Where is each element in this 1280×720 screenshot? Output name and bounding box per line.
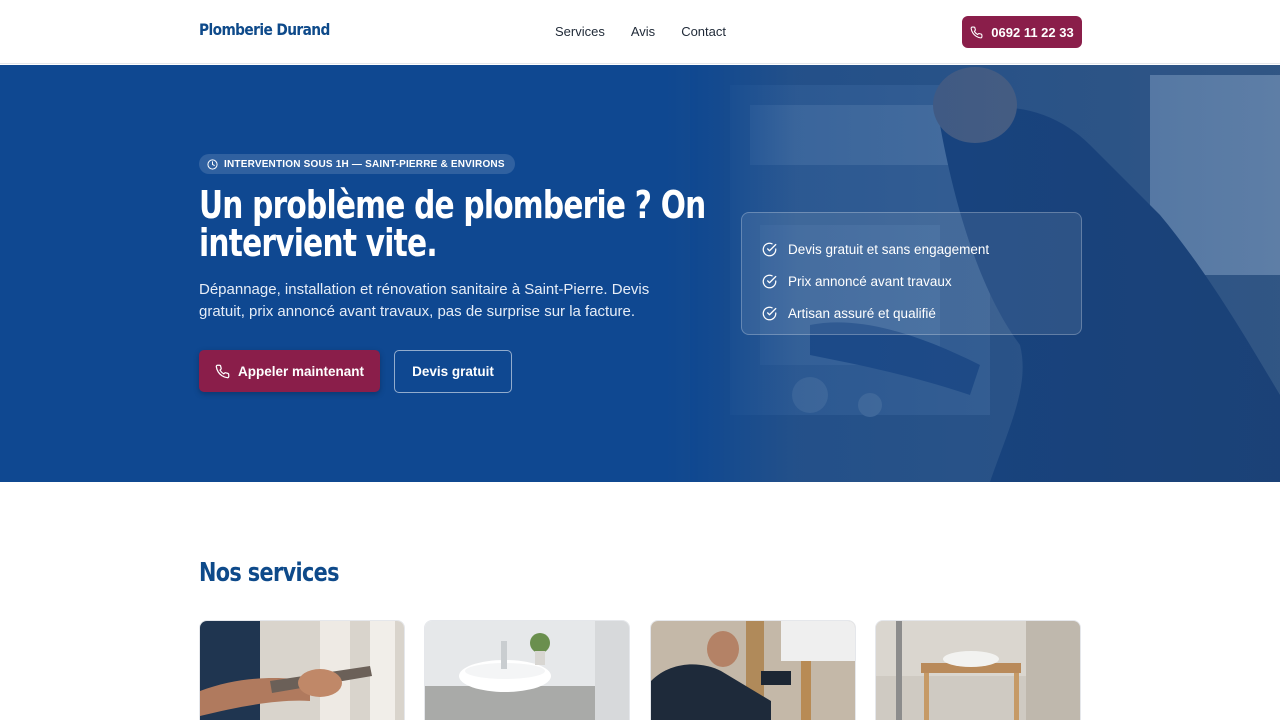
call-now-label: Appeler maintenant: [237, 363, 365, 379]
header-call-button[interactable]: 0692 11 22 33: [962, 16, 1082, 48]
service-card-renovation[interactable]: [875, 620, 1081, 720]
intervention-badge: INTERVENTION SOUS 1H — SAINT-PIERRE & EN…: [199, 154, 515, 174]
free-quote-button[interactable]: Devis gratuit: [394, 350, 512, 393]
badge-text: INTERVENTION SOUS 1H — SAINT-PIERRE & EN…: [224, 158, 505, 170]
nav-services[interactable]: Services: [555, 24, 605, 39]
brand-logo[interactable]: Plomberie Durand: [199, 20, 330, 39]
service-card-plumbing[interactable]: [199, 620, 405, 720]
hero-title: Un problème de plomberie ? On intervient…: [199, 183, 706, 265]
guarantee-item: Devis gratuit et sans engagement: [762, 233, 1061, 265]
site-header: Plomberie Durand Services Avis Contact 0…: [0, 0, 1280, 64]
nav-avis[interactable]: Avis: [631, 24, 655, 39]
header-phone-number: 0692 11 22 33: [991, 24, 1074, 40]
main-nav: Services Avis Contact: [555, 24, 726, 39]
plumber-wrench-photo: [200, 621, 404, 720]
renovation-photo: [876, 621, 1080, 720]
nav-contact[interactable]: Contact: [681, 24, 726, 39]
check-circle-icon: [762, 306, 777, 320]
hero-subtitle: Dépannage, installation et rénovation sa…: [199, 281, 650, 320]
check-circle-icon: [762, 274, 777, 288]
guarantees-card: Devis gratuit et sans engagement Prix an…: [741, 212, 1082, 335]
guarantee-label: Artisan assuré et qualifié: [788, 305, 936, 321]
service-card-bathroom[interactable]: [424, 620, 630, 720]
call-now-button[interactable]: Appeler maintenant: [199, 350, 380, 392]
services-title: Nos services: [199, 558, 340, 588]
service-card-boiler[interactable]: [650, 620, 856, 720]
check-circle-icon: [762, 242, 777, 256]
boiler-repair-photo: [651, 621, 855, 720]
bathroom-sink-photo: [425, 621, 629, 720]
phone-icon: [215, 364, 230, 378]
guarantee-item: Artisan assuré et qualifié: [762, 297, 1061, 329]
guarantee-item: Prix annoncé avant travaux: [762, 265, 1061, 297]
clock-icon: [207, 158, 218, 170]
hero-section: INTERVENTION SOUS 1H — SAINT-PIERRE & EN…: [0, 65, 1280, 482]
guarantee-label: Devis gratuit et sans engagement: [788, 241, 990, 257]
phone-icon: [970, 26, 983, 38]
guarantee-label: Prix annoncé avant travaux: [788, 273, 952, 289]
